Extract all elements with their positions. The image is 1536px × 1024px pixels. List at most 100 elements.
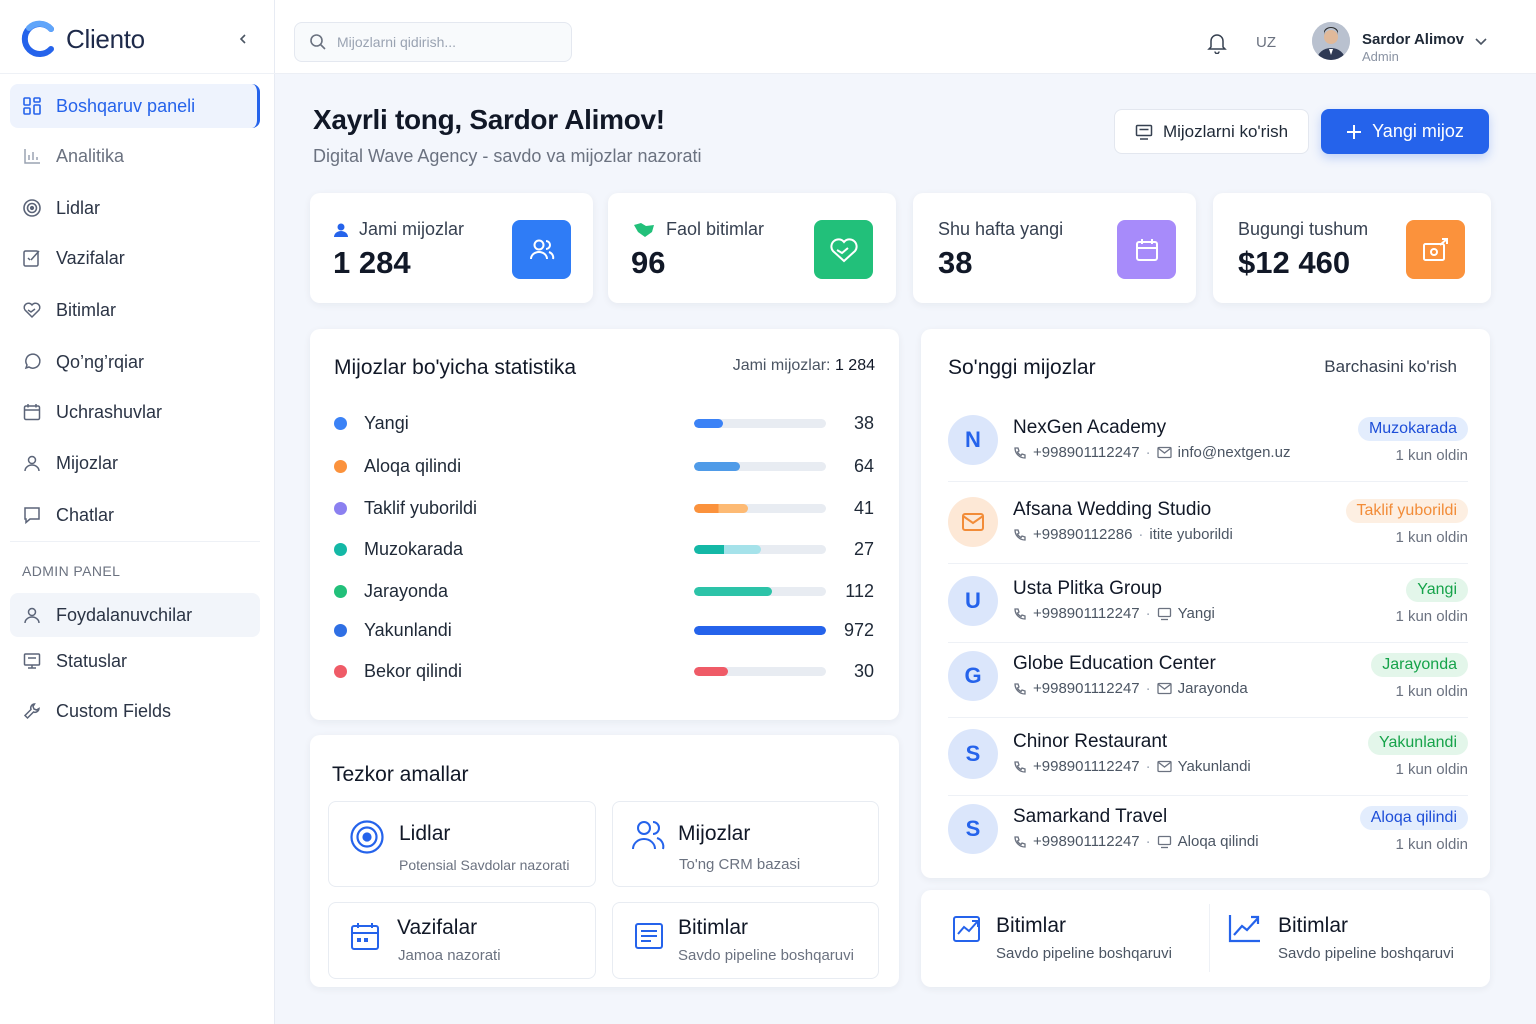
client-name: Globe Education Center [1013,653,1216,674]
page-title: Xayrli tong, Sardor Alimov! [313,104,665,135]
sidebar-item-tasks[interactable]: Vazifalar [10,236,260,280]
client-name: Usta Plitka Group [1013,578,1162,599]
handshake-icon [814,220,873,279]
status-name: Taklif yuborildi [364,498,478,518]
quick-action-leads[interactable]: Lidlar Potensial Savdolar nazorati [328,801,596,887]
sidebar-item-analytics[interactable]: Analitika [10,134,260,178]
sidebar-item-users[interactable]: Foydalanuvchilar [10,593,260,637]
status-dot [334,502,347,515]
quick-action-title: Vazifalar [397,916,478,939]
sidebar-item-meetings[interactable]: Uchrashuvlar [10,390,260,434]
view-clients-button[interactable]: Mijozlarni ko'rish [1114,109,1309,154]
sidebar-item-label: Analitika [56,145,125,166]
client-row[interactable]: U Usta Plitka Group +998901112247 · Yangi Yan… [948,565,1468,643]
status-count: 41 [853,498,874,518]
calendar-icon [351,923,379,950]
bottom-link-deals-2[interactable]: Bitimlar Savdo pipeline boshqaruvi [1210,890,1490,987]
mail-icon [1156,760,1172,773]
stat-label: Shu hafta yangi [938,219,1064,239]
phone-icon [1014,760,1026,773]
user-icon [334,223,348,237]
avatar[interactable] [1312,22,1350,60]
sidebar-item-custom-fields[interactable]: Custom Fields [10,689,260,733]
status-name: Aloqa qilindi [364,456,462,476]
new-client-button[interactable]: Yangi mijoz [1321,109,1489,154]
phone-icon [1014,446,1026,459]
sidebar-item-chats[interactable]: Chatlar [10,493,260,537]
client-row[interactable]: G Globe Education Center +998901112247 · Jar… [948,640,1468,718]
stat-card-new-this-week: Shu hafta yangi 38 [913,193,1196,303]
meta-separator: · [1145,680,1151,697]
client-extra: Yakunlandi [1177,758,1251,775]
sidebar-item-deals[interactable]: Bitimlar [10,288,260,332]
bottom-link-title: Bitimlar [1278,914,1349,937]
status-icon [1157,607,1171,620]
client-row[interactable]: S Samarkand Travel +998901112247 · Aloqa qil… [948,793,1468,871]
status-icon [1157,835,1171,848]
progress-fill [694,587,772,596]
client-avatar: S [948,729,998,779]
progress-fill [694,626,826,635]
client-name: Afsana Wedding Studio [1013,499,1212,520]
status-name: Bekor qilindi [364,661,463,681]
user-menu-button[interactable] [1474,34,1488,48]
client-initial: S [965,741,981,766]
app-logo[interactable]: Cliento [20,18,145,60]
stat-label: Jami mijozlar [333,219,464,240]
search-box[interactable] [294,22,572,62]
progress-track [694,504,826,513]
language-switch[interactable]: UZ [1256,34,1276,51]
client-phone: +998901112247 [1033,605,1140,622]
status-badge: Yangi [1406,578,1468,602]
cliento-logo-icon [21,20,54,57]
users-icon [632,821,665,850]
sidebar-item-clients[interactable]: Mijozlar [10,441,260,485]
status-dot [334,460,347,473]
status-dot [334,543,347,556]
client-row[interactable]: N NexGen Academy +998901112247 · info@nextge… [948,404,1468,482]
quick-actions-panel: Tezkor amallar Lidlar Potensial Savdolar… [310,735,899,987]
meta-separator: · [1145,833,1151,850]
bottom-link-deals[interactable]: Bitimlar Savdo pipeline boshqaruvi [921,890,1207,987]
sidebar-item-statuses[interactable]: Statuslar [10,639,260,683]
progress-fill [694,545,762,554]
status-count: 30 [853,661,874,681]
client-meta: +998901112247 · Yangi [1013,605,1215,622]
client-time: 1 kun oldin [1395,836,1468,853]
client-row[interactable]: Afsana Wedding Studio +99890112286 · itite … [948,486,1468,564]
client-initial: N [965,427,981,452]
client-avatar [948,497,998,547]
status-badge: Jarayonda [1371,653,1468,677]
collapse-sidebar-button[interactable] [232,28,254,50]
progress-track [694,626,826,635]
status-dot [334,585,347,598]
progress-track [694,545,826,554]
sidebar-item-calls[interactable]: Qo’ng’rqiar [10,340,260,384]
users-icon [512,220,571,279]
search-input[interactable] [337,34,557,50]
quick-action-subtitle: Savdo pipeline boshqaruvi [678,947,854,964]
sidebar-item-leads[interactable]: Lidlar [10,186,260,230]
total-clients: Jami mijozlar: 1 284 [732,357,875,374]
new-client-label: Yangi mijoz [1372,121,1464,141]
monitor-icon [1135,124,1153,140]
phone-icon [1014,528,1026,541]
stat-row: Taklif yuborildi 41 [334,493,874,523]
notifications-button[interactable] [1207,32,1227,54]
quick-action-tasks[interactable]: Vazifalar Jamoa nazorati [328,902,596,979]
meta-separator: · [1138,526,1144,543]
sidebar-item-label: Mijozlar [56,452,119,473]
see-all-link[interactable]: Barchasini ko'rish [1324,357,1457,377]
client-meta: +99890112286 · itite yuborildi [1013,526,1233,543]
progress-track [694,587,826,596]
recent-clients-panel: So'nggi mijozlar Barchasini ko'rish N Nex… [921,329,1490,878]
sidebar-item-dashboard[interactable]: Boshqaruv paneli [10,84,260,128]
quick-action-deals[interactable]: Bitimlar Savdo pipeline boshqaruvi [612,902,879,979]
client-row[interactable]: S Chinor Restaurant +998901112247 · Yakunlan… [948,718,1468,796]
status-badge: Yakunlandi [1368,731,1468,755]
progress-fill [694,504,749,513]
progress-fill [694,419,724,428]
quick-action-clients[interactable]: Mijozlar To'ng CRM bazasi [612,801,879,887]
sidebar-item-label: Custom Fields [56,700,172,721]
status-dot [334,417,347,430]
